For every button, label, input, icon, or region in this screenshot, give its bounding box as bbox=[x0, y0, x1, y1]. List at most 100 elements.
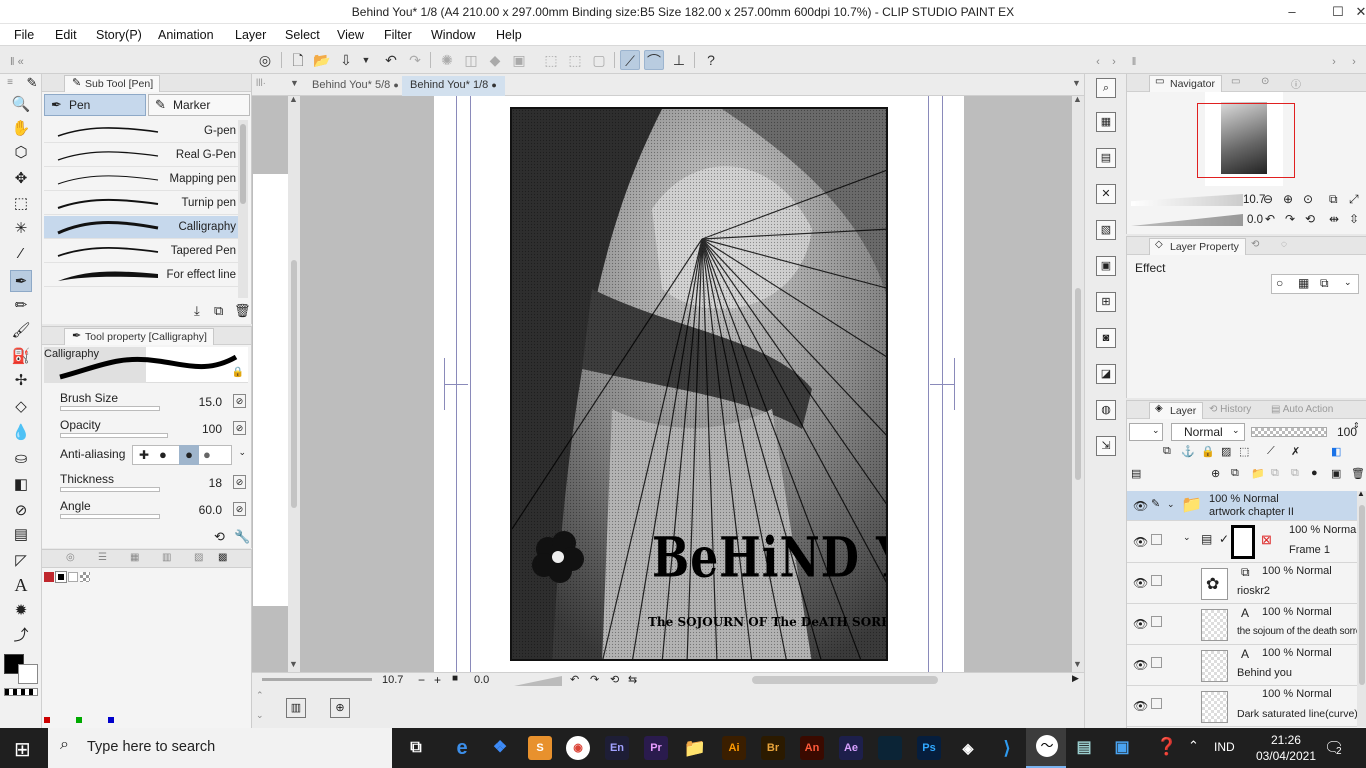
layer-color-icon[interactable]: ◧ bbox=[1331, 445, 1341, 458]
navigator-zoom-out-icon[interactable]: ⊖ bbox=[1263, 192, 1273, 206]
scroll-right-icon[interactable]: ▶ bbox=[1072, 673, 1079, 684]
thickness-value[interactable]: 18 bbox=[209, 476, 222, 490]
file-explorer-icon[interactable]: 📁 bbox=[683, 736, 707, 760]
combine-icon[interactable]: ⧉ bbox=[1291, 467, 1299, 480]
lock-icon[interactable]: 🔒 bbox=[232, 367, 244, 378]
panel-grip-icon[interactable]: ‖ bbox=[1124, 52, 1144, 72]
intermediate-color-icon[interactable]: ▥ bbox=[162, 552, 171, 563]
brush-real-g-pen[interactable]: Real G-Pen bbox=[44, 144, 238, 167]
opacity-pressure-icon[interactable]: ⊘ bbox=[233, 421, 246, 435]
opacity-value[interactable]: 100 bbox=[202, 422, 222, 436]
collapse-arrows-icon[interactable]: ‖ « bbox=[10, 52, 24, 72]
tab-dropdown-icon[interactable]: ▼ bbox=[1072, 78, 1081, 88]
right-arrow-icon[interactable]: › bbox=[1104, 52, 1124, 72]
thickness-slider[interactable] bbox=[60, 487, 160, 492]
windows-start-icon[interactable]: ⊞ bbox=[14, 737, 31, 762]
palette-icon-10[interactable]: ⇲ bbox=[1096, 436, 1116, 456]
crop-icon[interactable]: ⬚ bbox=[541, 50, 561, 70]
angle-row[interactable]: Angle 60.0 ⊘ bbox=[54, 499, 250, 525]
brush-calligraphy[interactable]: Calligraphy bbox=[44, 216, 238, 239]
history-color-red[interactable] bbox=[44, 572, 54, 582]
menu-filter[interactable]: Filter bbox=[384, 28, 412, 42]
layer-checkbox[interactable] bbox=[1151, 575, 1162, 586]
layer-color-dropdown[interactable]: ⌄ bbox=[1129, 423, 1163, 441]
pen-tool-icon[interactable]: ✒ bbox=[10, 270, 32, 292]
brush-tool-icon[interactable]: 🖌 bbox=[10, 320, 32, 342]
navigator-expand-icon[interactable]: ⤢ bbox=[1349, 192, 1359, 207]
tab-behind-you-1[interactable]: Behind You* 1/8 ● bbox=[402, 76, 505, 96]
opacity-slider[interactable] bbox=[60, 433, 168, 438]
text-tool-icon[interactable]: A bbox=[10, 574, 32, 596]
subtool-group-marker[interactable]: ✎ Marker bbox=[148, 94, 250, 116]
apply-mask-icon[interactable]: ▣ bbox=[1331, 467, 1341, 480]
brush-size-pressure-icon[interactable]: ⊘ bbox=[233, 394, 246, 408]
clock[interactable]: 21:26 03/04/2021 bbox=[1256, 732, 1316, 764]
snap-ruler-icon[interactable]: ⟋ bbox=[620, 50, 640, 70]
angle-value[interactable]: 60.0 bbox=[199, 503, 222, 517]
layer-list-scrollbar[interactable]: ▲ bbox=[1357, 489, 1366, 727]
visibility-eye-icon[interactable]: 👁 bbox=[1133, 617, 1148, 631]
rotation-slider[interactable] bbox=[514, 676, 562, 686]
pencil-tool-icon[interactable]: ✏ bbox=[10, 295, 32, 317]
close-button[interactable]: ✕ bbox=[1348, 0, 1366, 24]
clip-layer-icon[interactable]: ⚓ bbox=[1181, 445, 1195, 458]
redo-icon[interactable]: ↷ bbox=[405, 50, 425, 70]
language-indicator[interactable]: IND bbox=[1214, 740, 1235, 754]
airbrush-icon[interactable]: ⛽ bbox=[10, 346, 32, 368]
save-icon[interactable]: ⇩ bbox=[336, 50, 356, 70]
navigator-reset-icon[interactable]: ⟲ bbox=[1305, 212, 1315, 226]
color-set-icon[interactable]: ▦ bbox=[130, 552, 139, 563]
palette-icon-2[interactable]: ▤ bbox=[1096, 148, 1116, 168]
after-effects-icon[interactable]: Ae bbox=[839, 736, 863, 760]
palette-icon-8[interactable]: ◪ bbox=[1096, 364, 1116, 384]
timeline-icon[interactable]: ⊕ bbox=[330, 698, 350, 718]
open-file-icon[interactable]: 📂 bbox=[312, 50, 332, 70]
vscode-icon[interactable]: ⟩ bbox=[995, 736, 1019, 760]
new-vector-layer-icon[interactable]: ⧉ bbox=[1231, 467, 1239, 480]
tab-behind-you-5[interactable]: Behind You* 5/8 ● bbox=[304, 76, 407, 96]
selection-icon[interactable]: ⬚ bbox=[10, 193, 32, 215]
help-tray-icon[interactable]: ❓ bbox=[1156, 737, 1177, 757]
angle-pressure-icon[interactable]: ⊘ bbox=[233, 502, 246, 516]
color-wheel-icon[interactable]: ◎ bbox=[66, 552, 75, 563]
effect-selector[interactable]: ○ ▦ ⧉ ⌄ bbox=[1271, 274, 1359, 294]
system-monitor-icon[interactable]: ▤ bbox=[1072, 736, 1096, 760]
animate-icon[interactable]: An bbox=[800, 736, 824, 760]
collapse-down-icon[interactable]: ⌄ bbox=[256, 710, 264, 721]
brush-size-row[interactable]: Brush Size 15.0 ⊘ bbox=[54, 391, 250, 417]
edge-icon[interactable]: e bbox=[450, 736, 474, 760]
eyedropper-icon[interactable]: ⁄ bbox=[10, 243, 32, 265]
edit-pen-icon[interactable]: ✎ bbox=[1151, 497, 1160, 510]
clip-studio-taskbar[interactable]: 〜 bbox=[1026, 728, 1066, 768]
create-mask-icon[interactable]: ● bbox=[1311, 467, 1318, 479]
navigator-zoom-slider[interactable] bbox=[1131, 194, 1243, 206]
rotate-left-icon[interactable]: ↶ bbox=[570, 673, 579, 686]
visibility-eye-icon[interactable]: 👁 bbox=[1133, 699, 1148, 713]
lock-transparent-icon[interactable]: ▨ bbox=[1221, 445, 1231, 458]
taskbar-search[interactable]: ⌕ Type here to search bbox=[48, 728, 392, 768]
rotate-right-icon[interactable]: ↷ bbox=[590, 673, 599, 686]
tab-history[interactable]: ⟲ History bbox=[1209, 404, 1251, 415]
blend-mode-dropdown[interactable]: Normal ⌄ bbox=[1171, 423, 1245, 441]
canvas-vertical-scrollbar[interactable]: ▲ ▼ bbox=[1072, 96, 1084, 672]
history-color-transparent[interactable] bbox=[80, 572, 90, 582]
color-slider-icon[interactable]: ☰ bbox=[98, 552, 107, 563]
navigator-rotate-left-icon[interactable]: ↶ bbox=[1265, 212, 1275, 226]
palette-icon-1[interactable]: ▦ bbox=[1096, 112, 1116, 132]
anti-aliasing-row[interactable]: Anti-aliasing ✚ ● ● ● ⌄ bbox=[54, 445, 250, 471]
layer-property-extra-icon-2[interactable]: ◌ bbox=[1281, 239, 1287, 250]
menu-help[interactable]: Help bbox=[496, 28, 522, 42]
new-file-icon[interactable]: 🗋 bbox=[288, 50, 308, 70]
ruler-layer-icon[interactable]: ⟋ bbox=[1267, 445, 1275, 458]
menu-edit[interactable]: Edit bbox=[55, 28, 77, 42]
navigator-flip-h-icon[interactable]: ⇹ bbox=[1329, 212, 1339, 226]
palette-icon-7[interactable]: ◙ bbox=[1096, 328, 1116, 348]
new-raster-layer-icon[interactable]: ⊕ bbox=[1211, 467, 1220, 480]
history-color-black[interactable] bbox=[55, 571, 67, 583]
operation-icon[interactable]: ⬡ bbox=[10, 142, 32, 164]
expand-chevron-icon[interactable]: ⌄ bbox=[1167, 499, 1175, 510]
approximate-color-icon[interactable]: ▨ bbox=[194, 552, 203, 563]
visibility-eye-icon[interactable]: 👁 bbox=[1133, 576, 1148, 590]
layer-opacity-slider[interactable] bbox=[1251, 427, 1327, 437]
navigator-fit-icon[interactable]: ⊙ bbox=[1303, 192, 1313, 206]
